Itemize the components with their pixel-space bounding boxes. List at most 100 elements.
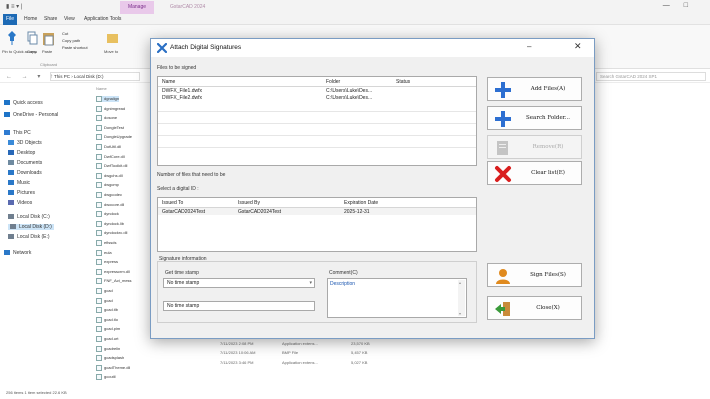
file-row[interactable]: DWFX_File2.dwfx C:\Users\Luke\Des... (158, 94, 476, 101)
status-bar: 256 items 1 item selected 22.6 KB (0, 388, 710, 399)
tab-view[interactable]: View (64, 16, 75, 22)
tab-home[interactable]: Home (24, 16, 37, 22)
file-item[interactable]: dwgcmp (96, 182, 119, 189)
nav-item[interactable]: Local Disk (E:) (8, 234, 50, 240)
comment-textarea[interactable]: Description ▴ ▾ (327, 278, 467, 318)
nav-item[interactable]: This PC (4, 130, 31, 136)
time-stamp-list-item[interactable]: No time stamp (163, 301, 315, 311)
file-item[interactable]: gcadTheme.dll (96, 364, 130, 371)
file-item[interactable]: gcad.tlo (96, 316, 118, 323)
file-item[interactable]: dyndock.lib (96, 220, 124, 227)
nav-item-label: This PC (13, 130, 31, 136)
nav-item[interactable]: Local Disk (D:) (8, 224, 54, 230)
file-item[interactable]: DwfCore.dll (96, 153, 125, 160)
file-icon (96, 316, 102, 323)
file-item[interactable]: efissds (96, 240, 116, 246)
file-item[interactable]: DongleUpgrade (96, 134, 132, 141)
file-icon (96, 307, 102, 314)
tab-share[interactable]: Share (44, 16, 57, 22)
comment-scrollbar[interactable]: ▴ ▾ (458, 280, 465, 316)
column-status[interactable]: Status (396, 79, 410, 85)
tab-application-tools[interactable]: Application Tools (84, 16, 121, 22)
folder-icon (8, 180, 14, 186)
file-item[interactable]: gcad (96, 297, 113, 304)
column-expiration-date[interactable]: Expiration Date (344, 200, 378, 206)
file-item[interactable]: FNF_Act_mess (96, 278, 132, 285)
file-item[interactable]: gcadrelin (96, 345, 120, 352)
file-meta-size: 5,027 KB (351, 360, 368, 365)
file-item[interactable]: DwfToolkit.dll (96, 163, 127, 170)
file-item[interactable]: DotUtil.dll (96, 144, 121, 150)
clear-list-button[interactable]: Clear list(E) (487, 161, 582, 185)
address-path-input[interactable]: This PC › Local Disk (D:) (50, 72, 140, 81)
file-item[interactable]: dgnalign (96, 96, 120, 102)
copy-path-button[interactable]: Copy path (62, 38, 80, 43)
digital-id-list[interactable]: Issued To Issued By Expiration Date Gsta… (157, 197, 477, 252)
column-folder[interactable]: Folder (326, 79, 340, 85)
file-item[interactable]: dgnimgread (96, 105, 125, 112)
nav-item[interactable]: Network (4, 250, 31, 256)
files-to-sign-list[interactable]: Name Folder Status DWFX_File1.dwfx C:\Us… (157, 76, 477, 166)
column-issued-by[interactable]: Issued By (238, 200, 260, 206)
add-files-button[interactable]: Add Files(A) (487, 77, 582, 101)
nav-item[interactable]: Videos (8, 200, 32, 206)
file-item[interactable]: expresscrm.dll (96, 268, 130, 275)
file-item[interactable]: dwocore.dll (96, 201, 124, 208)
search-folder-button[interactable]: Search Folder... (487, 106, 582, 130)
file-name: dosone (104, 115, 118, 121)
manage-context-tab[interactable]: Manage (120, 1, 154, 14)
paste-icon[interactable] (42, 30, 55, 46)
file-item[interactable]: dyndockrc.dll (96, 230, 128, 237)
file-item[interactable]: gcadsplash (96, 355, 124, 362)
cut-button[interactable]: Cut (62, 31, 68, 36)
nav-item-label: Quick access (13, 100, 43, 106)
file-item[interactable]: gcad.tlb (96, 307, 118, 314)
file-item[interactable]: express (96, 259, 118, 266)
nav-item[interactable]: Pictures (8, 190, 35, 196)
file-item[interactable]: dwgchs.dll (96, 172, 123, 179)
file-item[interactable]: DongleTest (96, 124, 124, 131)
scroll-up-icon[interactable]: ▴ (459, 280, 461, 285)
copy-icon[interactable] (26, 30, 39, 46)
add-files-label: Add Files(A) (530, 86, 566, 92)
file-row[interactable]: DWFX_File1.dwfx C:\Users\Luke\Des... (158, 87, 476, 94)
file-icon (96, 355, 102, 362)
minimize-button[interactable]: – (527, 42, 531, 51)
nav-item[interactable]: Quick access (4, 100, 43, 106)
quick-access-toolbar[interactable]: ▮ ≡ ▾ | (6, 3, 22, 10)
paste-shortcut-button[interactable]: Paste shortcut (62, 45, 88, 50)
scroll-down-icon[interactable]: ▾ (459, 311, 461, 316)
file-item[interactable]: dosone (96, 115, 118, 122)
nav-item[interactable]: Local Disk (C:) (8, 214, 50, 220)
nav-item[interactable]: 3D Objects (8, 140, 42, 146)
column-name[interactable]: Name (162, 79, 175, 85)
file-item[interactable]: gcad.urt (96, 336, 118, 342)
file-name: dyndockrc.dll (104, 230, 128, 236)
move-to-icon[interactable] (106, 30, 119, 46)
file-icon (96, 240, 102, 246)
column-issued-to[interactable]: Issued To (162, 200, 183, 206)
remove-button[interactable]: Remove(R) (487, 135, 582, 159)
digital-id-row[interactable]: GstarCAD2024Test GstarCAD2024Test 2025-1… (158, 208, 476, 215)
dialog-close-button[interactable]: ✕ (574, 41, 582, 52)
pin-icon[interactable] (6, 30, 19, 46)
file-item[interactable]: gcad.pim (96, 326, 120, 333)
file-item[interactable]: dwgcodec (96, 192, 122, 198)
file-list-header-name[interactable]: Name (96, 86, 107, 91)
nav-item[interactable]: Music (8, 180, 30, 186)
file-item[interactable]: dyndock (96, 211, 119, 218)
nav-item[interactable]: Downloads (8, 170, 42, 176)
file-item[interactable]: eula (96, 249, 112, 256)
file-item[interactable]: gcoutil (96, 374, 116, 381)
time-stamp-select[interactable]: No time stamp ▾ (163, 278, 315, 288)
sign-files-button[interactable]: Sign Files(S) (487, 263, 582, 287)
file-item[interactable]: gcad (96, 288, 113, 294)
window-controls[interactable]: —□ (663, 2, 702, 9)
tab-file[interactable]: File (3, 14, 17, 25)
nav-item[interactable]: Documents (8, 160, 42, 166)
search-input[interactable]: Search GstarCAD 2024 SP1 (596, 72, 706, 81)
nav-item[interactable]: OneDrive - Personal (4, 112, 58, 118)
close-button[interactable]: Close(X) (487, 296, 582, 320)
folder-icon (8, 150, 14, 156)
nav-item[interactable]: Desktop (8, 150, 35, 156)
